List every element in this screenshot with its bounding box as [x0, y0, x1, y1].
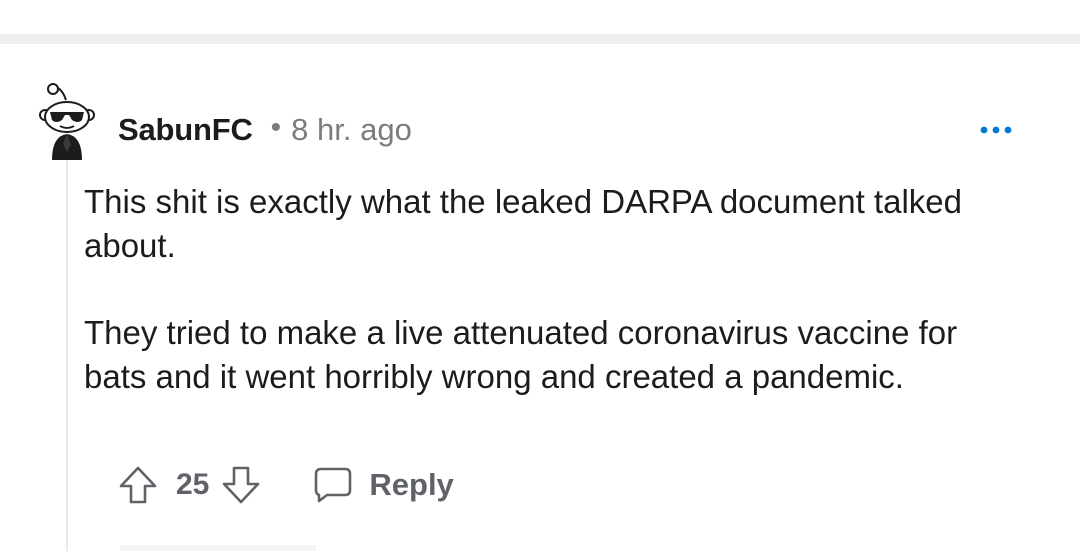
comment-paragraph: This shit is exactly what the leaked DAR… — [84, 183, 962, 264]
comment-paragraph: They tried to make a live attenuated cor… — [84, 314, 958, 395]
timestamp: 8 hr. ago — [291, 112, 412, 147]
thread-line[interactable] — [66, 160, 68, 551]
section-divider — [0, 34, 1080, 44]
chat-bubble-icon — [315, 467, 352, 503]
comment-screen: SabunFC • 8 hr. ago This shit is exactly… — [0, 0, 1080, 551]
snoo-sunglasses-avatar-icon — [39, 83, 95, 160]
more-horizontal-icon — [980, 126, 1012, 134]
next-comment-hint — [120, 545, 316, 551]
comment-header: SabunFC • 8 hr. ago — [118, 108, 412, 152]
meta-separator: • — [270, 111, 282, 144]
downvote-button[interactable] — [219, 463, 263, 507]
comment-body: This shit is exactly what the leaked DAR… — [84, 180, 1024, 399]
upvote-button[interactable] — [116, 463, 160, 507]
vote-score: 25 — [176, 468, 210, 501]
downvote-arrow-icon — [223, 466, 260, 504]
more-options-button[interactable] — [974, 116, 1018, 144]
upvote-arrow-icon — [119, 466, 157, 504]
username-link[interactable]: SabunFC — [118, 112, 253, 148]
comment-actions: 25 Reply — [116, 460, 454, 510]
avatar[interactable] — [36, 82, 100, 162]
reply-label: Reply — [369, 467, 454, 502]
top-band — [0, 0, 1080, 34]
reply-button[interactable]: Reply — [313, 466, 454, 504]
